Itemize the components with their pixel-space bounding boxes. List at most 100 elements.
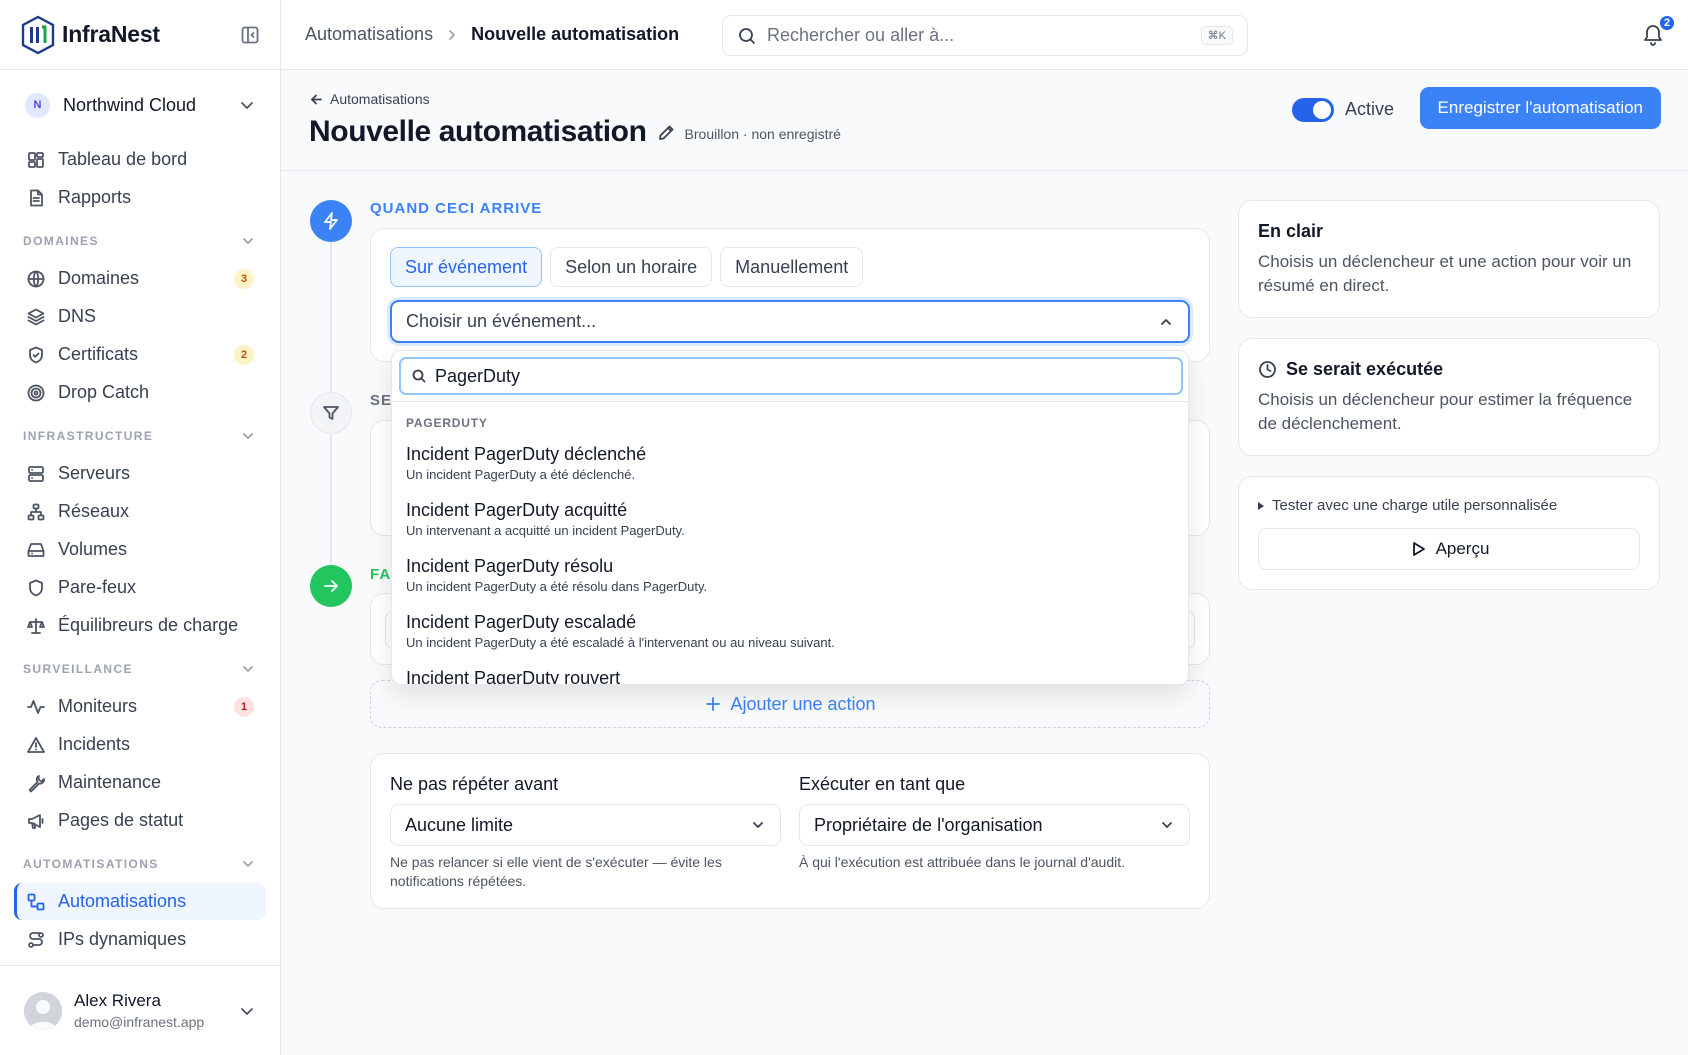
nav-top: Tableau de bord Rapports bbox=[0, 141, 280, 216]
route-icon bbox=[28, 931, 44, 948]
sidebar-item-drop-catch[interactable]: Drop Catch bbox=[14, 374, 266, 411]
topbar: Automatisations Nouvelle automatisation … bbox=[281, 0, 1688, 70]
test-payload-label: Tester avec une charge utile personnalis… bbox=[1272, 497, 1558, 514]
event-option-title: Incident PagerDuty résolu bbox=[406, 556, 614, 576]
event-dropdown: PagerDuty PAGERDUTY Incident PagerDuty d… bbox=[391, 350, 1189, 685]
chevron-right-icon bbox=[449, 29, 455, 40]
section-domaines[interactable]: DOMAINES bbox=[0, 217, 280, 259]
avatar bbox=[24, 991, 62, 1030]
arrow-left-icon bbox=[311, 94, 322, 104]
network-icon bbox=[27, 503, 45, 520]
tab-manuellement[interactable]: Manuellement bbox=[720, 247, 864, 287]
chevron-down-icon bbox=[243, 666, 253, 672]
org-name: Northwind Cloud bbox=[63, 94, 197, 115]
sidebar-item-label: Rapports bbox=[58, 187, 132, 207]
preview-button[interactable]: Aperçu bbox=[1258, 528, 1640, 570]
sidebar-item-dns[interactable]: DNS bbox=[14, 298, 266, 335]
report-icon bbox=[30, 189, 43, 206]
chevron-down-icon bbox=[243, 433, 253, 439]
brand: InfraNest bbox=[0, 0, 280, 70]
chevron-down-icon bbox=[753, 822, 763, 828]
section-infrastructure[interactable]: INFRASTRUCTURE bbox=[0, 412, 280, 454]
sidebar-collapse-icon[interactable] bbox=[240, 25, 260, 45]
sidebar-item-equilibreurs[interactable]: Équilibreurs de charge bbox=[14, 607, 266, 644]
event-option-title: Incident PagerDuty acquitté bbox=[406, 500, 628, 520]
repeat-label: Ne pas répéter avant bbox=[390, 774, 559, 794]
sidebar-item-label: Réseaux bbox=[58, 501, 130, 521]
sidebar-item-label: Certificats bbox=[58, 344, 139, 364]
user-name: Alex Rivera bbox=[74, 991, 161, 1010]
filter-step-label: SE bbox=[370, 392, 393, 409]
back-link[interactable]: Automatisations bbox=[309, 91, 430, 107]
play-icon bbox=[1412, 542, 1425, 556]
sidebar-item-label: DNS bbox=[58, 306, 97, 326]
notifications-button[interactable]: 2 bbox=[1642, 14, 1676, 46]
event-option-desc: Un incident PagerDuty a été résolu dans … bbox=[406, 579, 708, 594]
sidebar-item-pages-statut[interactable]: Pages de statut bbox=[14, 802, 266, 839]
active-toggle[interactable] bbox=[1292, 98, 1334, 122]
trigger-step-marker bbox=[310, 200, 352, 242]
tab-sur-evenement[interactable]: Sur événement bbox=[390, 247, 543, 287]
search-placeholder: Rechercher ou aller à... bbox=[767, 25, 955, 45]
sidebar-item-ips-dynamiques[interactable]: IPs dynamiques bbox=[14, 921, 266, 958]
section-title: AUTOMATISATIONS bbox=[23, 857, 159, 871]
event-option-desc: Un incident PagerDuty a été escaladé à l… bbox=[406, 635, 835, 650]
repeat-select[interactable]: Aucune limite bbox=[390, 804, 781, 846]
section-title: INFRASTRUCTURE bbox=[23, 429, 154, 443]
sidebar-item-label: Pare-feux bbox=[58, 577, 137, 597]
event-option[interactable]: Incident PagerDuty acquitté Un intervena… bbox=[406, 500, 685, 538]
org-avatar: N bbox=[25, 92, 50, 118]
sidebar-item-volumes[interactable]: Volumes bbox=[14, 531, 266, 568]
sidebar-item-incidents[interactable]: Incidents bbox=[14, 726, 266, 763]
section-automatisations[interactable]: AUTOMATISATIONS bbox=[0, 840, 280, 882]
sidebar-item-pare-feux[interactable]: Pare-feux bbox=[14, 569, 266, 606]
summary-card: En clair Choisis un déclencheur et une a… bbox=[1238, 200, 1660, 318]
summary-title: En clair bbox=[1258, 221, 1324, 241]
globe-icon bbox=[27, 270, 45, 287]
active-toggle-label: Active bbox=[1344, 99, 1394, 119]
org-switcher[interactable]: N Northwind Cloud bbox=[0, 70, 280, 140]
chevron-down-icon bbox=[243, 861, 253, 867]
scale-icon bbox=[27, 617, 45, 634]
server-icon bbox=[28, 465, 44, 482]
sidebar-item-label: Incidents bbox=[58, 734, 131, 754]
notification-count-badge: 2 bbox=[1658, 14, 1676, 32]
run-as-select[interactable]: Propriétaire de l'organisation bbox=[799, 804, 1190, 846]
search-icon bbox=[739, 27, 755, 44]
sidebar-item-reseaux[interactable]: Réseaux bbox=[14, 493, 266, 530]
sidebar-item-dashboard[interactable]: Tableau de bord bbox=[14, 141, 266, 178]
event-option[interactable]: Incident PagerDuty rouvert bbox=[406, 668, 620, 684]
event-search-input[interactable]: PagerDuty bbox=[399, 357, 1183, 395]
sidebar-item-reports[interactable]: Rapports bbox=[14, 179, 266, 216]
back-link-label: Automatisations bbox=[330, 91, 430, 107]
section-surveillance[interactable]: SURVEILLANCE bbox=[0, 645, 280, 687]
sidebar-item-maintenance[interactable]: Maintenance bbox=[14, 764, 266, 801]
infranest-logo-icon bbox=[21, 15, 55, 54]
pencil-icon[interactable] bbox=[657, 123, 676, 142]
event-option[interactable]: Incident PagerDuty escaladé Un incident … bbox=[406, 612, 835, 650]
sidebar-item-certificats[interactable]: Certificats 2 bbox=[14, 336, 266, 373]
sidebar-item-label: IPs dynamiques bbox=[58, 929, 187, 949]
sidebar-item-label: Volumes bbox=[58, 539, 128, 559]
filter-step-marker bbox=[310, 392, 352, 434]
tab-selon-horaire[interactable]: Selon un horaire bbox=[550, 247, 713, 287]
add-action-button[interactable]: Ajouter une action bbox=[370, 680, 1210, 728]
test-payload-toggle[interactable]: Tester avec une charge utile personnalis… bbox=[1258, 497, 1640, 514]
sidebar-item-automatisations[interactable]: Automatisations bbox=[14, 883, 266, 920]
zap-icon bbox=[324, 212, 338, 230]
layers-icon bbox=[27, 308, 45, 325]
event-select[interactable]: Choisir un événement... bbox=[390, 300, 1190, 343]
sidebar-item-moniteurs[interactable]: Moniteurs 1 bbox=[14, 688, 266, 725]
breadcrumb: Automatisations Nouvelle automatisation bbox=[305, 24, 679, 45]
sidebar-item-serveurs[interactable]: Serveurs bbox=[14, 455, 266, 492]
event-option[interactable]: Incident PagerDuty résolu Un incident Pa… bbox=[406, 556, 707, 594]
arrow-right-icon bbox=[324, 580, 338, 592]
global-search-input[interactable]: Rechercher ou aller à... ⌘K bbox=[722, 15, 1248, 56]
user-menu[interactable]: Alex Rivera demo@infranest.app bbox=[0, 965, 280, 1055]
event-option[interactable]: Incident PagerDuty déclenché Un incident… bbox=[406, 444, 646, 482]
avatar-placeholder-icon bbox=[24, 991, 62, 1030]
save-automation-button[interactable]: Enregistrer l'automatisation bbox=[1419, 87, 1661, 129]
sidebar-item-domaines[interactable]: Domaines 3 bbox=[14, 260, 266, 297]
breadcrumb-parent-link[interactable]: Automatisations bbox=[305, 24, 433, 45]
dashboard-icon bbox=[28, 151, 44, 168]
